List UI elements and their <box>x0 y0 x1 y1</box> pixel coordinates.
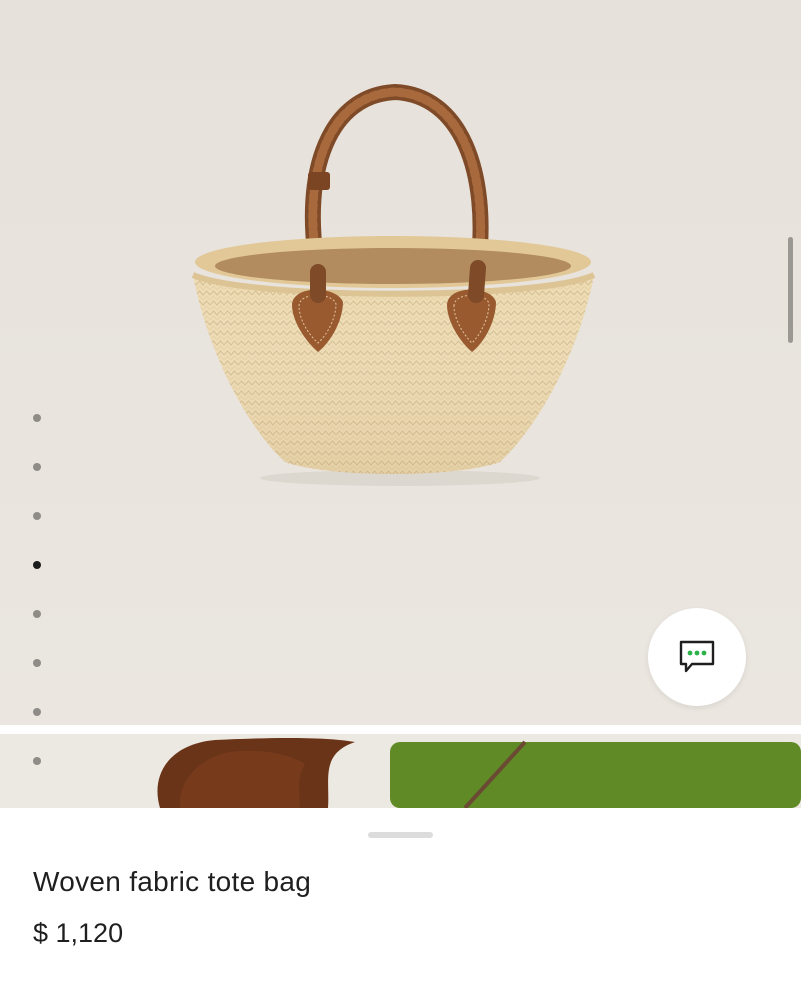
scroll-indicator[interactable] <box>788 237 793 343</box>
product-info-sheet: Woven fabric tote bag $ 1,120 <box>0 808 801 1000</box>
gallery-dot-6[interactable] <box>33 659 41 667</box>
sheet-drag-handle[interactable] <box>368 832 433 838</box>
image-divider <box>0 725 801 734</box>
gallery-dot-5[interactable] <box>33 610 41 618</box>
product-title: Woven fabric tote bag <box>33 866 312 897</box>
gallery-dot-7[interactable] <box>33 708 41 716</box>
product-image-gallery[interactable] <box>0 0 801 808</box>
chat-button[interactable] <box>648 608 746 706</box>
gallery-dot-4-active[interactable] <box>33 561 41 569</box>
gallery-dot-3[interactable] <box>33 512 41 520</box>
product-price: $ 1,120 <box>33 918 124 948</box>
next-product-image[interactable] <box>0 734 801 808</box>
model-preview-illustration <box>157 738 801 808</box>
gallery-dot-8[interactable] <box>33 757 41 765</box>
gallery-dot-2[interactable] <box>33 463 41 471</box>
chat-bubble-icon <box>679 640 715 673</box>
gallery-dot-1[interactable] <box>33 414 41 422</box>
